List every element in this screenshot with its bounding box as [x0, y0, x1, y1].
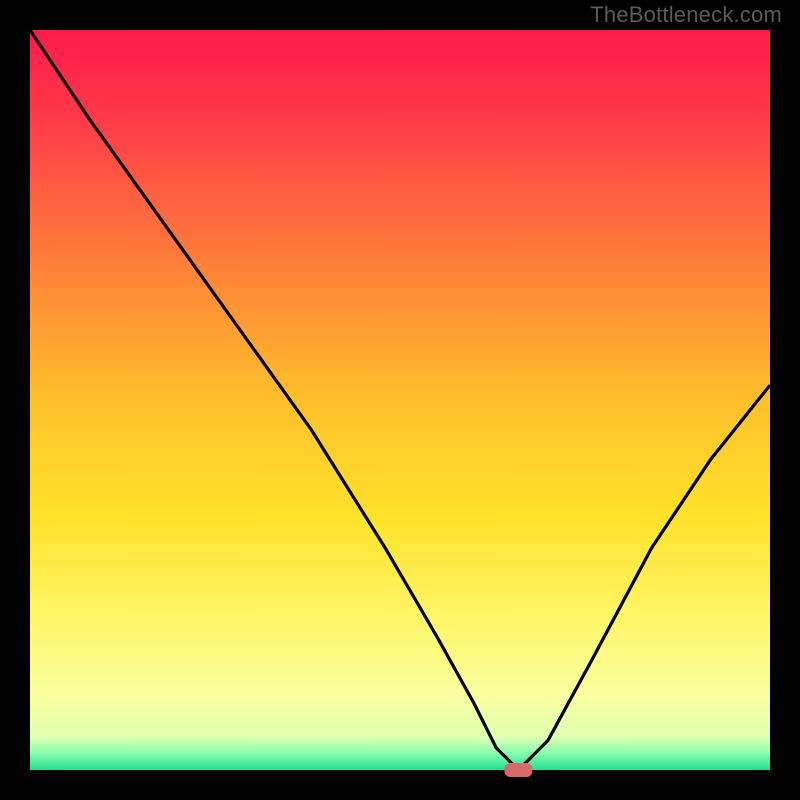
- plot-background: [30, 30, 770, 770]
- chart-canvas: [0, 0, 800, 800]
- watermark-text: TheBottleneck.com: [590, 2, 782, 28]
- chart-root: TheBottleneck.com: [0, 0, 800, 800]
- optimal-marker: [504, 763, 532, 777]
